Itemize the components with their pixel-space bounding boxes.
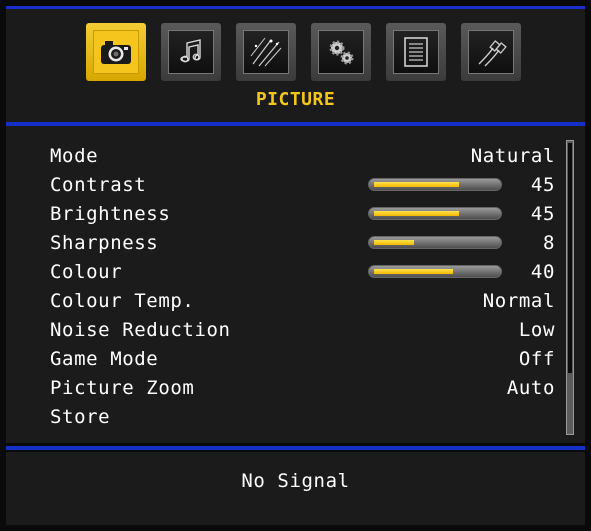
menu-tab-row bbox=[86, 23, 526, 83]
settings-list: Mode Natural Contrast 45 Brightness 45 S… bbox=[6, 126, 585, 443]
status-text: No Signal bbox=[241, 470, 350, 492]
setting-value: 8 bbox=[542, 231, 555, 254]
slider-fill bbox=[374, 211, 459, 216]
setting-picture-zoom[interactable]: Picture Zoom Auto bbox=[50, 373, 555, 402]
music-note-icon bbox=[168, 30, 214, 74]
setting-label: Picture Zoom bbox=[50, 376, 195, 399]
setting-label: Store bbox=[50, 405, 111, 428]
separator-bottom bbox=[6, 446, 585, 450]
gears-icon bbox=[318, 30, 364, 74]
setting-sharpness[interactable]: Sharpness 8 bbox=[50, 228, 555, 257]
setting-value: Off bbox=[518, 347, 555, 370]
tab-picture[interactable] bbox=[86, 23, 146, 81]
document-list-icon bbox=[393, 30, 439, 74]
setting-value: Normal bbox=[482, 289, 555, 312]
setting-value: Auto bbox=[506, 376, 555, 399]
tab-features[interactable] bbox=[236, 23, 296, 81]
setting-label: Mode bbox=[50, 144, 99, 167]
camera-icon bbox=[93, 30, 139, 74]
star-sparkle-icon bbox=[243, 30, 289, 74]
cable-connector-icon bbox=[468, 30, 514, 74]
tab-info[interactable] bbox=[386, 23, 446, 81]
setting-store[interactable]: Store bbox=[50, 402, 555, 431]
setting-label: Colour Temp. bbox=[50, 289, 195, 312]
brightness-slider[interactable] bbox=[368, 207, 502, 220]
setting-value: Natural bbox=[470, 144, 555, 167]
slider-fill bbox=[374, 240, 414, 245]
menu-header: PICTURE bbox=[6, 6, 585, 122]
tab-setup[interactable] bbox=[311, 23, 371, 81]
tab-source[interactable] bbox=[461, 23, 521, 81]
scrollbar[interactable] bbox=[566, 140, 574, 435]
tab-sound[interactable] bbox=[161, 23, 221, 81]
setting-value: 45 bbox=[530, 202, 555, 225]
setting-value: Low bbox=[518, 318, 555, 341]
setting-label: Noise Reduction bbox=[50, 318, 231, 341]
setting-value: 45 bbox=[530, 173, 555, 196]
menu-title: PICTURE bbox=[255, 89, 336, 110]
slider-fill bbox=[374, 269, 453, 274]
setting-noise-reduction[interactable]: Noise Reduction Low bbox=[50, 315, 555, 344]
setting-mode[interactable]: Mode Natural bbox=[50, 141, 555, 170]
tv-menu-screen: PICTURE Mode Natural Contrast 45 Brightn… bbox=[0, 0, 591, 531]
setting-game-mode[interactable]: Game Mode Off bbox=[50, 344, 555, 373]
setting-label: Game Mode bbox=[50, 347, 159, 370]
contrast-slider[interactable] bbox=[368, 178, 502, 191]
setting-brightness[interactable]: Brightness 45 bbox=[50, 199, 555, 228]
slider-fill bbox=[374, 182, 459, 187]
scrollbar-thumb[interactable] bbox=[568, 143, 572, 373]
colour-slider[interactable] bbox=[368, 265, 502, 278]
setting-colour[interactable]: Colour 40 bbox=[50, 257, 555, 286]
setting-value: 40 bbox=[530, 260, 555, 283]
status-panel: No Signal bbox=[6, 452, 585, 525]
setting-colour-temp[interactable]: Colour Temp. Normal bbox=[50, 286, 555, 315]
sharpness-slider[interactable] bbox=[368, 236, 502, 249]
setting-contrast[interactable]: Contrast 45 bbox=[50, 170, 555, 199]
